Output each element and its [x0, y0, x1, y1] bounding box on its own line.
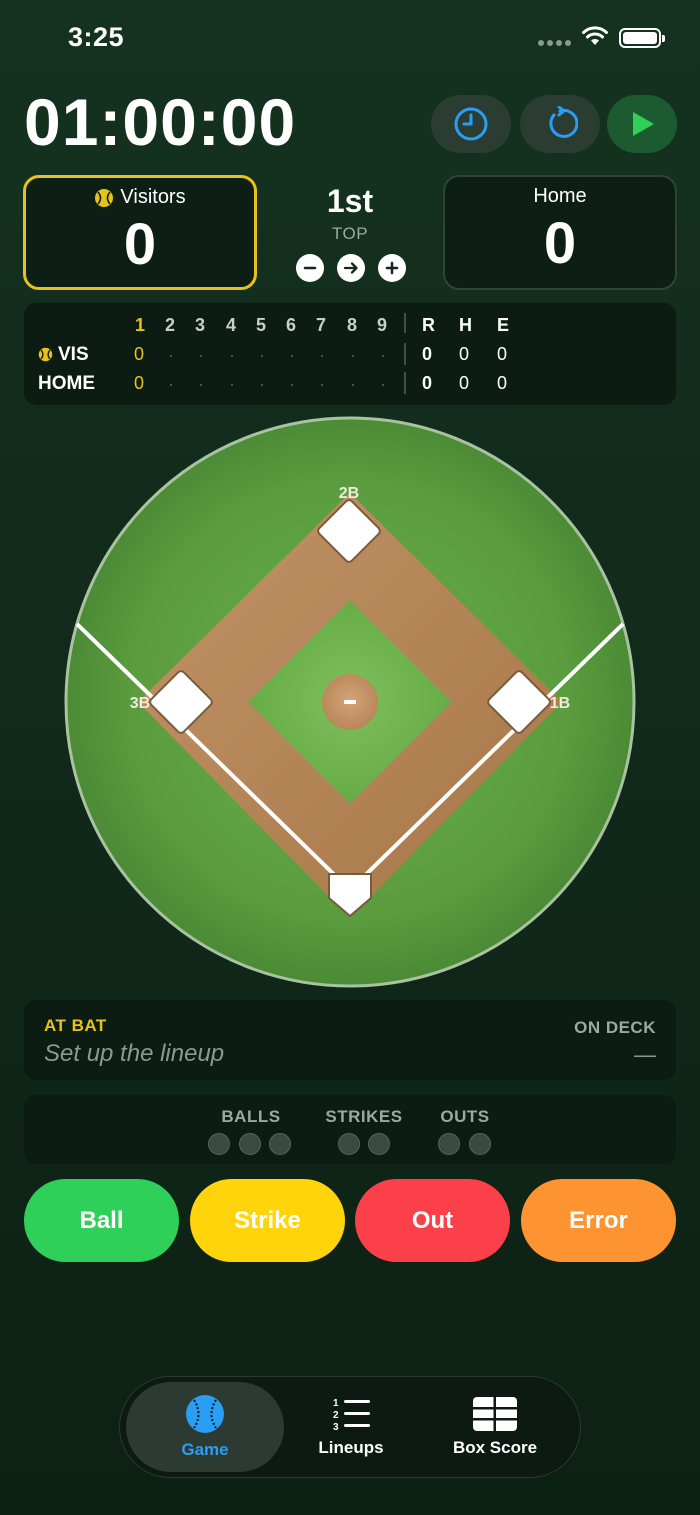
- balls-label: BALLS: [221, 1107, 281, 1126]
- inning-indicator: 1st TOP: [300, 183, 400, 244]
- ball-indicator: [208, 1133, 230, 1155]
- play-button[interactable]: [607, 95, 677, 153]
- inning-decrement-button[interactable]: [296, 254, 324, 282]
- at-bat-value: Set up the lineup: [44, 1040, 225, 1067]
- visitors-name: Visitors: [120, 186, 186, 208]
- ball-indicator: [239, 1133, 261, 1155]
- wifi-icon: [581, 25, 609, 52]
- inning-advance-button[interactable]: [337, 254, 365, 282]
- inning-controls: [296, 254, 406, 282]
- linescore-hits: 0: [459, 373, 470, 393]
- strike-button[interactable]: Strike: [190, 1179, 345, 1262]
- svg-text:3: 3: [333, 1422, 339, 1432]
- linescore-team-home: HOME: [38, 373, 95, 394]
- linescore-cell: 0: [134, 344, 145, 364]
- arrow-right-icon: [343, 262, 358, 274]
- base-label-1b: 1B: [550, 695, 570, 712]
- tab-box-score[interactable]: Box Score: [420, 1382, 570, 1472]
- linescore-inning-header: 1: [135, 315, 146, 335]
- linescore-inning-header: 3: [195, 315, 206, 335]
- tab-game-label: Game: [181, 1440, 229, 1459]
- pitchers-rubber: [344, 700, 356, 704]
- ball-button[interactable]: Ball: [24, 1179, 179, 1262]
- tab-lineups[interactable]: 1 2 3 Lineups: [283, 1382, 419, 1472]
- tab-box-score-label: Box Score: [452, 1438, 538, 1457]
- linescore-inning-header: 4: [226, 315, 237, 335]
- home-score-card[interactable]: Home 0: [443, 175, 677, 290]
- linescore-inning-header: 7: [316, 315, 327, 335]
- grid-table-icon: [473, 1397, 517, 1431]
- svg-text:1: 1: [333, 1398, 339, 1409]
- on-deck-label: ON DECK: [574, 1018, 656, 1037]
- error-button[interactable]: Error: [521, 1179, 676, 1262]
- linescore-errors-header: E: [497, 315, 510, 335]
- linescore-cell: 0: [134, 373, 145, 393]
- linescore-runs-header: R: [422, 315, 435, 335]
- play-icon: [633, 112, 654, 136]
- inning-half: TOP: [331, 224, 369, 243]
- tab-lineups-label: Lineups: [318, 1438, 384, 1457]
- visitors-score-card[interactable]: Visitors 0: [23, 175, 257, 290]
- baseball-icon: [186, 1395, 224, 1433]
- linescore-runs: 0: [422, 373, 433, 393]
- linescore-inning-header: 9: [377, 315, 388, 335]
- strike-indicator: [338, 1133, 360, 1155]
- baseball-field[interactable]: 2B 3B 1B: [0, 410, 700, 1000]
- baseball-icon: [38, 347, 53, 362]
- linescore-inning-header: 2: [165, 315, 176, 335]
- on-deck-value: —: [634, 1042, 656, 1067]
- linescore-runs: 0: [422, 344, 433, 364]
- reset-button[interactable]: [520, 95, 600, 153]
- count-panel: BALLS STRIKES OUTS: [24, 1095, 676, 1164]
- linescore-inning-header: 6: [286, 315, 297, 335]
- home-score: 0: [543, 211, 577, 276]
- out-indicator: [469, 1133, 491, 1155]
- inning-number: 1st: [326, 183, 374, 219]
- status-time: 3:25: [68, 22, 125, 52]
- linescore-inning-header: 5: [256, 315, 267, 335]
- baseball-icon: [95, 188, 114, 207]
- clock-icon: [454, 107, 488, 141]
- tab-game[interactable]: Game: [126, 1382, 284, 1472]
- at-bat-panel[interactable]: AT BAT Set up the lineup ON DECK —: [24, 1000, 676, 1080]
- linescore-errors: 0: [497, 373, 508, 393]
- reset-icon: [549, 106, 578, 138]
- minus-icon: [303, 266, 317, 270]
- strike-indicator: [368, 1133, 390, 1155]
- game-clock: 01:00:00: [24, 85, 297, 159]
- linescore-inning-header: 8: [347, 315, 358, 335]
- clock-button[interactable]: [431, 95, 511, 153]
- tab-bar: Game 1 2 3 Lineups Box Score: [119, 1376, 581, 1478]
- strikes-label: STRIKES: [325, 1107, 403, 1126]
- at-bat-label: AT BAT: [44, 1016, 107, 1035]
- linescore-errors: 0: [497, 344, 508, 364]
- svg-text:2: 2: [333, 1410, 339, 1421]
- linescore[interactable]: 1 2 3 4 5 6 7 8 9 R H E VIS 0 0 0 0 HOME…: [24, 303, 676, 405]
- outs-label: OUTS: [440, 1107, 490, 1126]
- battery-icon: [619, 28, 665, 48]
- ball-indicator: [269, 1133, 291, 1155]
- visitors-score: 0: [123, 212, 157, 277]
- base-label-3b: 3B: [130, 695, 150, 712]
- plus-icon: [385, 261, 399, 275]
- linescore-hits: 0: [459, 344, 470, 364]
- linescore-hits-header: H: [459, 315, 472, 335]
- home-name: Home: [533, 185, 587, 207]
- out-button[interactable]: Out: [355, 1179, 510, 1262]
- numbered-list-icon: 1 2 3: [333, 1398, 370, 1432]
- linescore-team-vis: VIS: [58, 344, 89, 365]
- inning-increment-button[interactable]: [378, 254, 406, 282]
- out-indicator: [438, 1133, 460, 1155]
- base-label-2b: 2B: [339, 485, 359, 502]
- cellular-signal-icon: [538, 40, 571, 46]
